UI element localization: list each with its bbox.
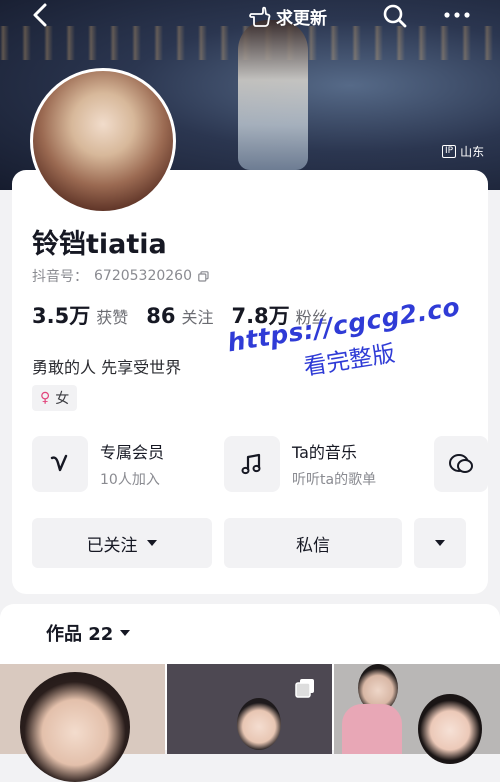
multi-image-icon	[295, 679, 314, 698]
copy-icon[interactable]	[198, 270, 209, 282]
stat-following-label: 关注	[181, 308, 214, 327]
thumbnail-body	[342, 704, 402, 754]
work-thumbnail[interactable]	[334, 664, 500, 764]
caret-down-icon	[435, 540, 445, 546]
following-label: 已关注	[86, 535, 138, 556]
membership-icon-box	[32, 436, 88, 492]
caret-down-icon	[120, 630, 131, 636]
works-label: 作品 22	[46, 624, 114, 645]
more-actions-button[interactable]	[414, 518, 466, 568]
thumbnail-face	[20, 672, 130, 782]
works-tab-bar: 作品 22	[0, 604, 500, 660]
works-grid	[0, 660, 500, 782]
work-thumbnail[interactable]	[167, 664, 332, 754]
pointing-hand-icon	[249, 6, 271, 27]
profile-bio: 勇敢的人 先享受世界	[32, 358, 182, 377]
stat-following-value: 86	[146, 304, 176, 328]
work-thumbnail[interactable]	[0, 664, 165, 782]
thumbnail-face	[418, 694, 482, 764]
music-note-icon	[241, 453, 261, 475]
stat-likes[interactable]: 3.5万 获赞	[32, 300, 128, 330]
search-icon	[383, 4, 407, 28]
tab-works[interactable]: 作品 22	[46, 620, 131, 646]
following-button[interactable]: 已关注	[32, 518, 212, 568]
message-label: 私信	[296, 535, 330, 556]
cover-figure	[238, 20, 308, 170]
more-dots-icon	[444, 12, 470, 18]
stat-likes-label: 获赞	[96, 308, 129, 327]
gender-label: 女	[55, 391, 70, 407]
v-heart-icon	[50, 454, 68, 472]
music-icon-box	[224, 436, 280, 492]
profile-avatar[interactable]	[30, 68, 176, 214]
ip-location: IP 山东	[442, 143, 484, 160]
feature-membership[interactable]: 专属会员 10人加入	[32, 436, 164, 492]
douyin-id-label: 抖音号：	[32, 269, 88, 285]
search-button[interactable]	[382, 3, 408, 29]
feature-music[interactable]: Ta的音乐 听听ta的歌单	[224, 436, 376, 492]
feature-membership-title: 专属会员	[100, 443, 165, 462]
female-icon: ♀	[40, 390, 51, 406]
douyin-id-value: 67205320260	[94, 268, 192, 284]
chevron-left-icon	[33, 3, 47, 27]
stat-following[interactable]: 86 关注	[146, 304, 213, 328]
chat-icon-box	[434, 436, 488, 492]
seek-update-label: 求更新	[276, 8, 327, 29]
more-button[interactable]	[442, 2, 472, 28]
ip-region: 山东	[460, 145, 485, 159]
profile-name: 铃铛tiatia	[32, 229, 167, 260]
feature-membership-subtitle: 10人加入	[100, 472, 160, 488]
caret-down-icon	[146, 540, 157, 546]
feature-music-title: Ta的音乐	[292, 443, 357, 462]
gender-tag: ♀ 女	[32, 385, 78, 411]
seek-update-button[interactable]: 求更新	[248, 4, 327, 29]
ip-tag: IP	[442, 145, 457, 158]
message-button[interactable]: 私信	[224, 518, 402, 568]
chat-bubble-icon	[449, 454, 473, 473]
feature-music-subtitle: 听听ta的歌单	[292, 472, 377, 488]
back-button[interactable]	[30, 2, 56, 30]
top-bar: 求更新	[0, 0, 500, 34]
douyin-id-row[interactable]: 抖音号： 67205320260	[32, 266, 209, 286]
feature-group-chat[interactable]	[434, 436, 488, 492]
thumbnail-face	[237, 698, 281, 750]
stat-likes-value: 3.5万	[32, 304, 91, 328]
